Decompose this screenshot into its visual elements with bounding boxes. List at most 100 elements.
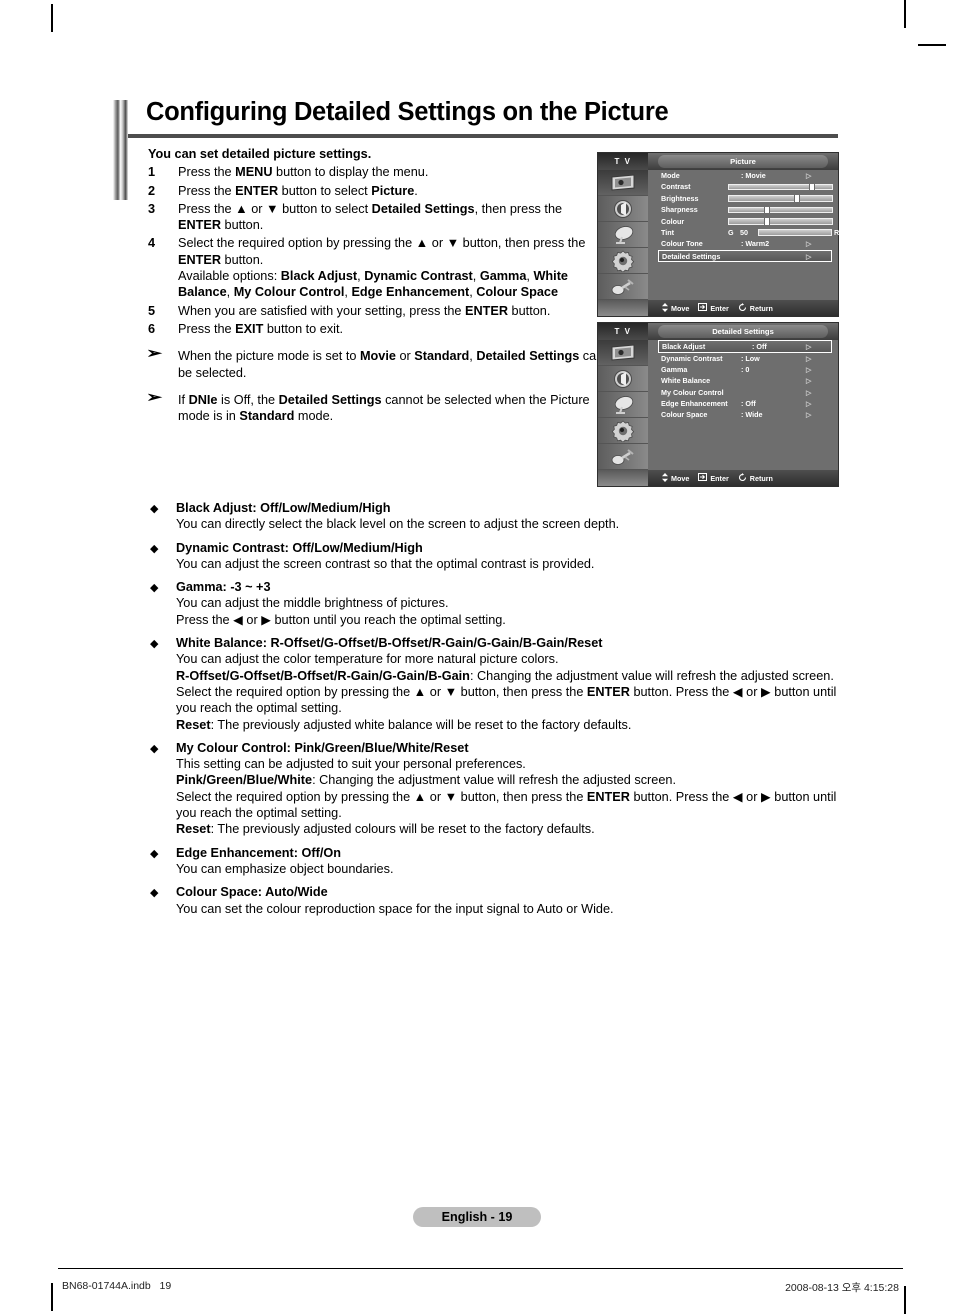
osd-picture-sidebar — [598, 170, 648, 316]
osd-slider[interactable] — [728, 218, 833, 225]
osd-row[interactable]: Colour 35 — [648, 216, 860, 227]
osd-row-value: : Wide — [741, 410, 763, 420]
osd-row[interactable]: Dynamic Contrast : Low ▷ — [648, 353, 838, 364]
footer-timestamp: 2008-08-13 오후 4:15:28 — [785, 1282, 899, 1294]
osd-row-label: Colour Space — [661, 410, 708, 420]
diamond-bullet-icon: ◆ — [150, 503, 159, 515]
sound-icon[interactable] — [598, 366, 648, 392]
option-item: ◆ My Colour Control: Pink/Green/Blue/Whit… — [148, 740, 848, 838]
diamond-bullet-icon: ◆ — [150, 582, 159, 595]
instruction-steps: You can set detailed picture settings. 1… — [146, 146, 603, 424]
chevron-right-icon[interactable]: ▷ — [806, 353, 812, 364]
osd-picture-title: Picture — [658, 155, 828, 168]
chevron-right-icon[interactable]: ▷ — [806, 170, 812, 181]
step-text: Press the ▲ or ▼ button to select Detail… — [178, 201, 563, 233]
osd-row[interactable]: Contrast 80 — [648, 181, 860, 192]
step-text: When you are satisfied with your setting… — [178, 303, 551, 318]
osd-footer-move[interactable]: Move — [662, 302, 689, 314]
option-heading: Dynamic Contrast: Off/Low/Medium/High — [176, 540, 423, 555]
osd-row-value: 35 — [852, 205, 860, 215]
crop-mark-bottom-left — [51, 1283, 53, 1311]
osd-slider-knob[interactable] — [763, 218, 770, 225]
osd-footer-label: Enter — [710, 473, 729, 483]
osd-row[interactable]: White Balance ▷ — [648, 375, 838, 386]
osd-row[interactable]: Mode: Movie ▷ — [648, 170, 838, 181]
chevron-right-icon[interactable]: ▷ — [806, 341, 812, 352]
osd-picture-titlebar: T V Picture — [598, 153, 838, 170]
osd-row-label: Contrast — [661, 182, 691, 192]
osd-slider-knob[interactable] — [793, 195, 800, 202]
osd-row[interactable]: Sharpness 35 — [648, 204, 860, 215]
osd-slider[interactable] — [728, 183, 833, 191]
osd-row[interactable]: Detailed Settings ▷ — [658, 249, 832, 263]
osd-slider-knob[interactable] — [763, 206, 770, 214]
chevron-right-icon[interactable]: ▷ — [806, 398, 812, 409]
note-text: When the picture mode is set to Movie or… — [178, 349, 604, 380]
osd-row-label: Tint — [661, 227, 675, 237]
osd-slider[interactable] — [728, 195, 833, 202]
osd-detailed-rows: Black Adjust: Off ▷ Dynamic Contrast : Low ▷… — [648, 340, 838, 470]
crop-mark-bottom-right — [904, 1286, 906, 1314]
input-plug-icon[interactable] — [598, 444, 648, 470]
setup-gear-icon[interactable] — [598, 248, 648, 274]
osd-detailed-source-label: T V — [598, 323, 648, 340]
osd-detailed-footer-left — [598, 470, 648, 486]
osd-picture-footer: Move Enter Return — [648, 300, 838, 316]
osd-row[interactable]: Black Adjust: Off ▷ — [658, 340, 832, 353]
sound-icon[interactable] — [598, 196, 648, 222]
footer-divider — [58, 1268, 903, 1269]
osd-row-label: Sharpness — [661, 205, 698, 215]
osd-row[interactable]: Colour Space : Wide ▷ — [648, 409, 838, 420]
osd-tint-red-label: R — [834, 227, 840, 237]
option-descriptions: ◆ Black Adjust: Off/Low/Medium/High You ca… — [148, 500, 848, 917]
osd-row[interactable]: Colour Tone: Warm2 ▷ — [648, 238, 838, 249]
osd-tint-slider[interactable] — [758, 229, 832, 236]
chevron-right-icon[interactable]: ▷ — [806, 251, 812, 262]
osd-footer-move[interactable]: Move — [662, 472, 689, 484]
enter-key-icon — [698, 473, 708, 483]
osd-row[interactable]: Gamma: 0 ▷ — [648, 364, 838, 375]
option-heading: White Balance: R-Offset/G-Offset/B-Offse… — [176, 636, 603, 651]
chevron-right-icon[interactable]: ▷ — [806, 409, 812, 420]
note-text: If DNIe is Off, the Detailed Settings ca… — [178, 392, 590, 424]
option-heading: Colour Space: Auto/Wide — [176, 885, 328, 900]
option-item: ◆ Colour Space: Auto/Wide You can set the … — [148, 884, 848, 917]
osd-footer-enter[interactable]: Enter — [698, 473, 729, 483]
osd-footer-return[interactable]: Return — [738, 472, 773, 484]
osd-row-label: Dynamic Contrast — [661, 353, 723, 363]
input-plug-icon[interactable] — [598, 274, 648, 300]
instruction-step-4: 4 Select the required option by pressing … — [148, 235, 588, 300]
osd-row[interactable]: My Colour Control ▷ — [648, 387, 838, 398]
note-arrow-icon: ➢ — [146, 388, 163, 406]
osd-row-value: : Low — [741, 353, 760, 363]
channel-dish-icon[interactable] — [598, 392, 648, 418]
picture-icon[interactable] — [598, 340, 648, 366]
chevron-right-icon[interactable]: ▷ — [806, 238, 812, 249]
steps-list: 1 Press the MENU button to display the me… — [148, 164, 588, 337]
osd-footer-enter[interactable]: Enter — [698, 303, 729, 313]
osd-row[interactable]: Brightness 65 — [648, 193, 860, 204]
osd-footer-label: Enter — [710, 303, 729, 313]
chevron-right-icon[interactable]: ▷ — [806, 364, 812, 375]
chevron-right-icon[interactable]: ▷ — [806, 387, 812, 398]
osd-row[interactable]: Edge Enhancement: Off ▷ — [648, 398, 838, 409]
chevron-right-icon[interactable]: ▷ — [806, 375, 812, 386]
picture-icon[interactable] — [598, 170, 648, 196]
setup-gear-icon[interactable] — [598, 418, 648, 444]
osd-footer-label: Return — [749, 473, 773, 483]
osd-footer-label: Return — [749, 303, 773, 313]
step-text: Press the EXIT button to exit. — [178, 321, 344, 336]
osd-row[interactable]: Tint G 50 R 50 — [648, 227, 860, 238]
osd-row-label: Black Adjust — [662, 342, 706, 351]
osd-slider[interactable] — [728, 206, 833, 214]
page-number-badge: English - 19 — [413, 1207, 541, 1227]
option-heading: My Colour Control: Pink/Green/Blue/White… — [176, 740, 469, 755]
osd-detailed-footer: Move Enter Return — [648, 470, 838, 486]
option-body: You can emphasize object boundaries. — [176, 861, 394, 876]
osd-picture-rows: Mode: Movie ▷ Contrast 80 Brightness 65 Sharpn… — [648, 170, 860, 300]
channel-dish-icon[interactable] — [598, 222, 648, 248]
osd-slider-knob[interactable] — [808, 183, 815, 191]
osd-footer-return[interactable]: Return — [738, 302, 773, 314]
header-divider — [128, 134, 838, 138]
crop-mark-top-right-h — [918, 44, 946, 46]
